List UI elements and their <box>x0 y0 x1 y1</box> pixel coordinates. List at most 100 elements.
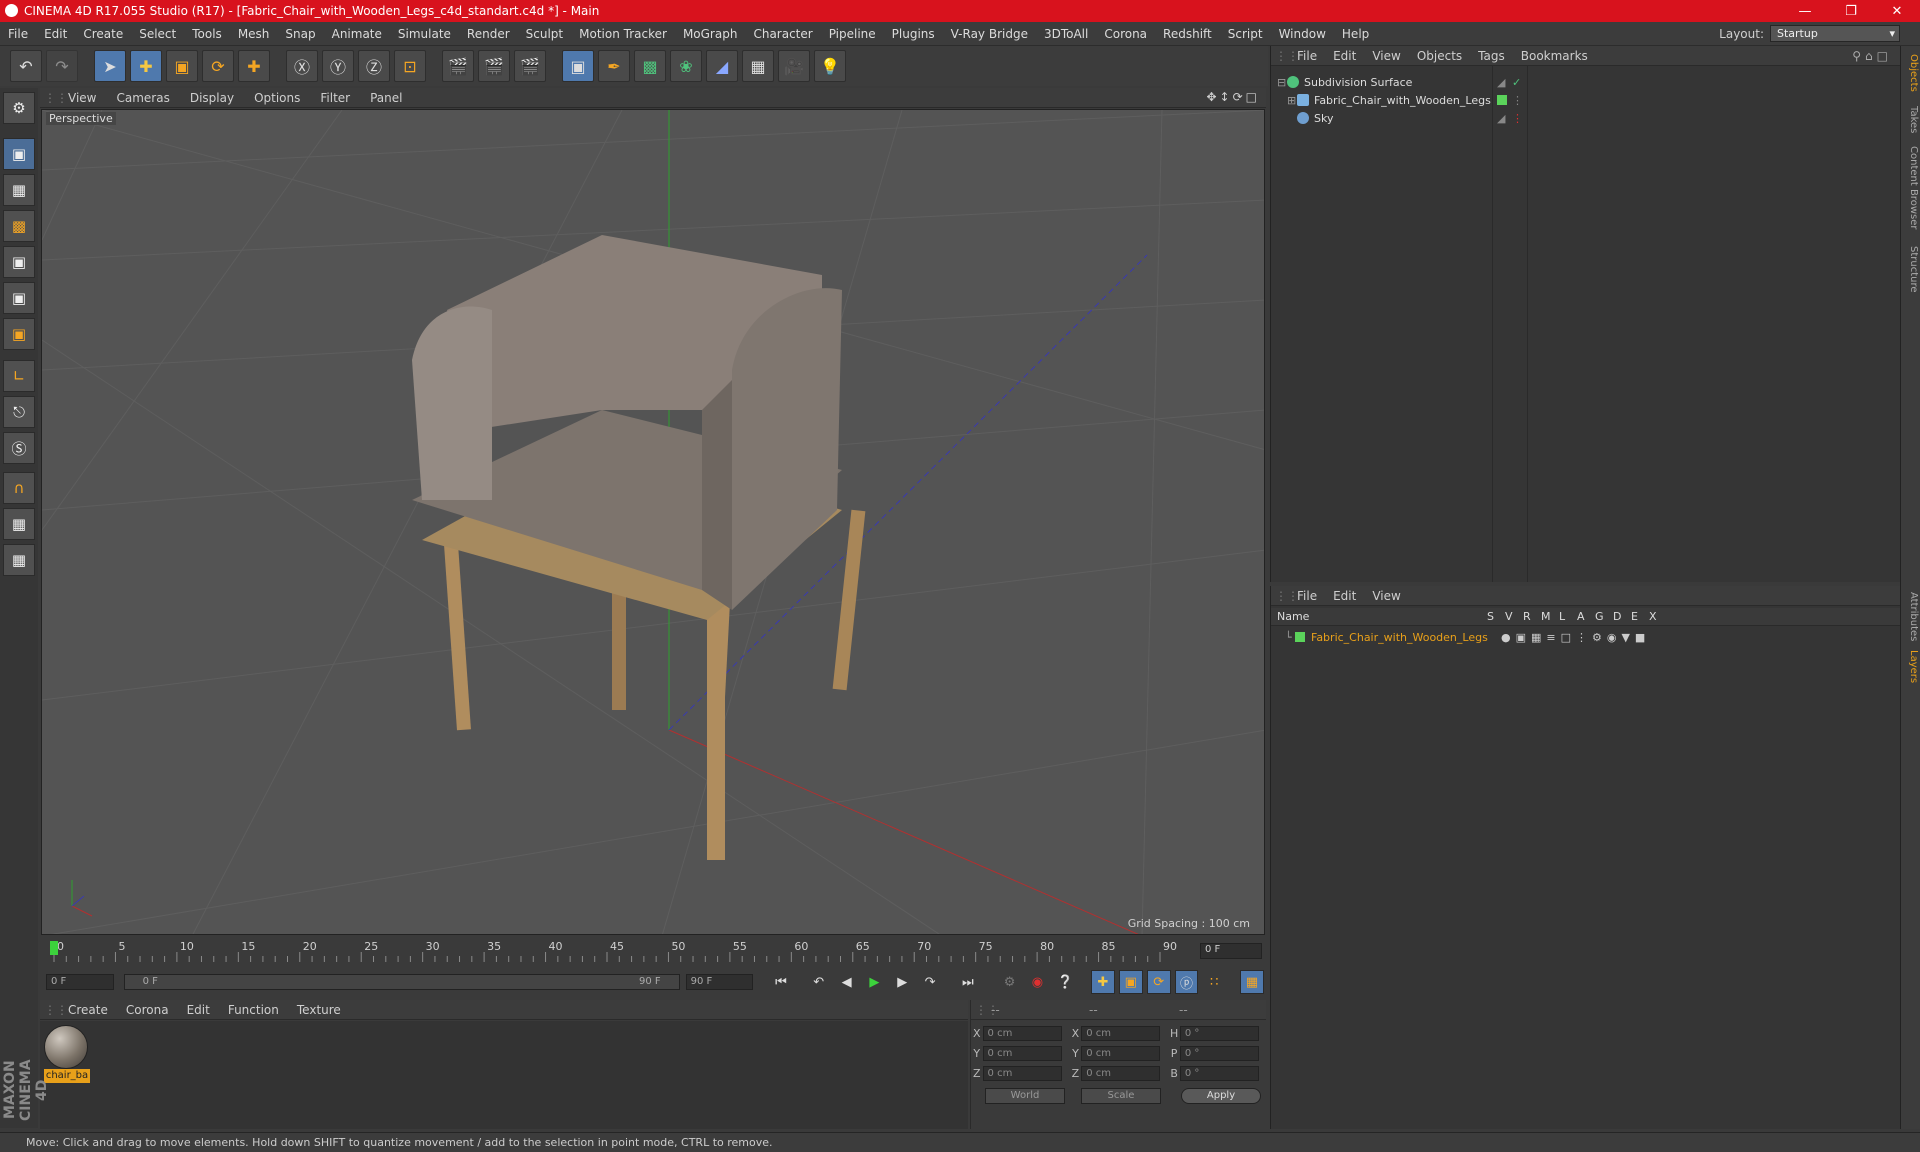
viewport-menu-view[interactable]: View <box>58 91 106 105</box>
key-pla-button[interactable]: ∷ <box>1202 970 1226 994</box>
menu-render[interactable]: Render <box>459 27 518 41</box>
3d-viewport[interactable]: Perspective Grid Spacing : 100 cm <box>41 109 1265 935</box>
layer-col-render[interactable]: R <box>1523 610 1541 623</box>
object-menu-bookmarks[interactable]: Bookmarks <box>1513 49 1596 63</box>
viewport-menu-filter[interactable]: Filter <box>310 91 360 105</box>
layer-flag-icons[interactable]: ●▣▦≡□⋮⚙◉▼■ <box>1501 631 1650 644</box>
position-y-field[interactable]: 0 cm <box>982 1045 1062 1061</box>
menu-tools[interactable]: Tools <box>184 27 230 41</box>
keyframe-selection-button[interactable]: ⚙ <box>998 970 1022 994</box>
menu-help[interactable]: Help <box>1334 27 1377 41</box>
object-menu-edit[interactable]: Edit <box>1325 49 1364 63</box>
restore-icon[interactable]: ❐ <box>1828 0 1874 22</box>
layout-dropdown[interactable]: Startup ▾ <box>1770 25 1900 42</box>
record-button[interactable]: ◉ <box>1025 970 1049 994</box>
size-z-field[interactable]: 0 cm <box>1081 1065 1161 1081</box>
layer-col-deformers[interactable]: D <box>1613 610 1631 623</box>
tab-layers[interactable]: Layers <box>1903 650 1919 683</box>
menu-motion-tracker[interactable]: Motion Tracker <box>571 27 675 41</box>
viewport-nav-icons[interactable]: ✥↕⟳□ <box>1206 90 1260 104</box>
layer-col-generators[interactable]: G <box>1595 610 1613 623</box>
undo-button[interactable]: ↶ <box>10 50 42 82</box>
edges-mode-button[interactable]: ▣ <box>3 282 35 314</box>
snap-button[interactable]: Ⓢ <box>3 432 35 464</box>
rotation-p-field[interactable]: 0 ° <box>1179 1045 1260 1061</box>
model-mode-button[interactable]: ▣ <box>3 138 35 170</box>
menu-mesh[interactable]: Mesh <box>230 27 278 41</box>
menu-select[interactable]: Select <box>131 27 184 41</box>
menu-file[interactable]: File <box>0 27 36 41</box>
edit-render-settings-button[interactable]: 🎬 <box>514 50 546 82</box>
size-x-field[interactable]: 0 cm <box>1081 1025 1161 1041</box>
previous-key-button[interactable]: ↶ <box>807 970 831 994</box>
material-menu-corona[interactable]: Corona <box>126 1003 177 1017</box>
subdivision-button[interactable]: ▩ <box>634 50 666 82</box>
layer-row[interactable]: └ Fabric_Chair_with_Wooden_Legs ●▣▦≡□⋮⚙◉… <box>1271 628 1901 646</box>
points-mode-button[interactable]: ▣ <box>3 246 35 278</box>
layer-menu-view[interactable]: View <box>1364 589 1408 603</box>
layer-col-animation[interactable]: A <box>1577 610 1595 623</box>
texture-mode-button[interactable]: ▦ <box>3 174 35 206</box>
end-frame-field[interactable]: 90 F <box>685 974 754 990</box>
menu-simulate[interactable]: Simulate <box>390 27 459 41</box>
next-frame-button[interactable]: ▶ <box>890 970 914 994</box>
tab-content-browser[interactable]: Content Browser <box>1903 146 1919 229</box>
render-view-button[interactable]: 🎬 <box>442 50 474 82</box>
workplane-mode-button[interactable]: ▩ <box>3 210 35 242</box>
magnet-button[interactable]: ∩ <box>3 472 35 504</box>
material-thumbnail[interactable]: chair_ba <box>44 1025 90 1083</box>
next-key-button[interactable]: ↷ <box>918 970 942 994</box>
pen-spline-button[interactable]: ✒ <box>598 50 630 82</box>
x-axis-button[interactable]: Ⓧ <box>286 50 318 82</box>
axis-mode-button[interactable]: ∟ <box>3 360 35 392</box>
make-editable-button[interactable]: ⚙ <box>3 92 35 124</box>
object-row-subdivision-surface[interactable]: ⊟ Subdivision Surface ◢ ✓ <box>1271 73 1901 91</box>
rotate-tool-button[interactable]: ⟳ <box>202 50 234 82</box>
menu-corona[interactable]: Corona <box>1096 27 1155 41</box>
material-menu-create[interactable]: Create <box>68 1003 116 1017</box>
visibility-toggle-icon[interactable]: ◢ <box>1497 76 1505 89</box>
chair-model[interactable] <box>412 235 866 860</box>
cube-primitive-button[interactable]: ▣ <box>562 50 594 82</box>
key-scale-button[interactable]: ▣ <box>1118 970 1143 994</box>
viewport-menu-panel[interactable]: Panel <box>360 91 412 105</box>
coordinate-system-button[interactable]: ⊡ <box>394 50 426 82</box>
layer-menu-edit[interactable]: Edit <box>1325 589 1364 603</box>
frame-range-slider[interactable]: 0 F 90 F <box>123 974 680 990</box>
object-row-fabric-chair[interactable]: ⊞ Fabric_Chair_with_Wooden_Legs ⋮ <box>1271 91 1901 109</box>
previous-frame-button[interactable]: ◀ <box>835 970 859 994</box>
menu-animate[interactable]: Animate <box>324 27 390 41</box>
object-menu-objects[interactable]: Objects <box>1409 49 1470 63</box>
expand-icon[interactable]: ⊞ <box>1287 94 1297 107</box>
tab-objects[interactable]: Objects <box>1903 54 1919 92</box>
polygons-mode-button[interactable]: ▣ <box>3 318 35 350</box>
lock-workplane-button[interactable]: ▦ <box>3 508 35 540</box>
expand-icon[interactable]: ⊟ <box>1277 76 1287 89</box>
current-frame-field[interactable]: 0 F <box>1200 943 1262 959</box>
visibility-dots-icon[interactable]: ⋮ <box>1512 94 1523 107</box>
menu-window[interactable]: Window <box>1271 27 1334 41</box>
menu-sculpt[interactable]: Sculpt <box>518 27 571 41</box>
menu-plugins[interactable]: Plugins <box>884 27 943 41</box>
timeline-window-button[interactable]: ▦ <box>1240 970 1264 994</box>
move-tool-button[interactable]: ✚ <box>130 50 162 82</box>
render-picture-viewer-button[interactable]: 🎬 <box>478 50 510 82</box>
timeline-ruler[interactable]: 0 5 10 15 20 25 30 35 40 45 50 55 60 65 70 75 80 85 90 0 F <box>40 938 1266 964</box>
position-z-field[interactable]: 0 cm <box>982 1065 1062 1081</box>
menu-3dtoall[interactable]: 3DToAll <box>1036 27 1096 41</box>
rotation-b-field[interactable]: 0 ° <box>1179 1065 1260 1081</box>
key-parameter-button[interactable]: ⓟ <box>1174 970 1199 994</box>
rotation-h-field[interactable]: 0 ° <box>1179 1025 1260 1041</box>
search-icon[interactable]: ⚲⌂□ <box>1852 49 1892 63</box>
menu-create[interactable]: Create <box>75 27 131 41</box>
menu-snap[interactable]: Snap <box>277 27 323 41</box>
menu-character[interactable]: Character <box>745 27 820 41</box>
scale-dropdown[interactable]: Scale <box>1081 1088 1161 1104</box>
object-menu-file[interactable]: File <box>1289 49 1325 63</box>
planar-workplane-button[interactable]: ▦ <box>3 544 35 576</box>
playhead[interactable] <box>50 941 58 955</box>
layer-col-locked[interactable]: L <box>1559 610 1577 623</box>
size-y-field[interactable]: 0 cm <box>1081 1045 1161 1061</box>
go-to-end-button[interactable]: ⏭ <box>956 970 980 994</box>
tab-attributes[interactable]: Attributes <box>1903 592 1919 641</box>
